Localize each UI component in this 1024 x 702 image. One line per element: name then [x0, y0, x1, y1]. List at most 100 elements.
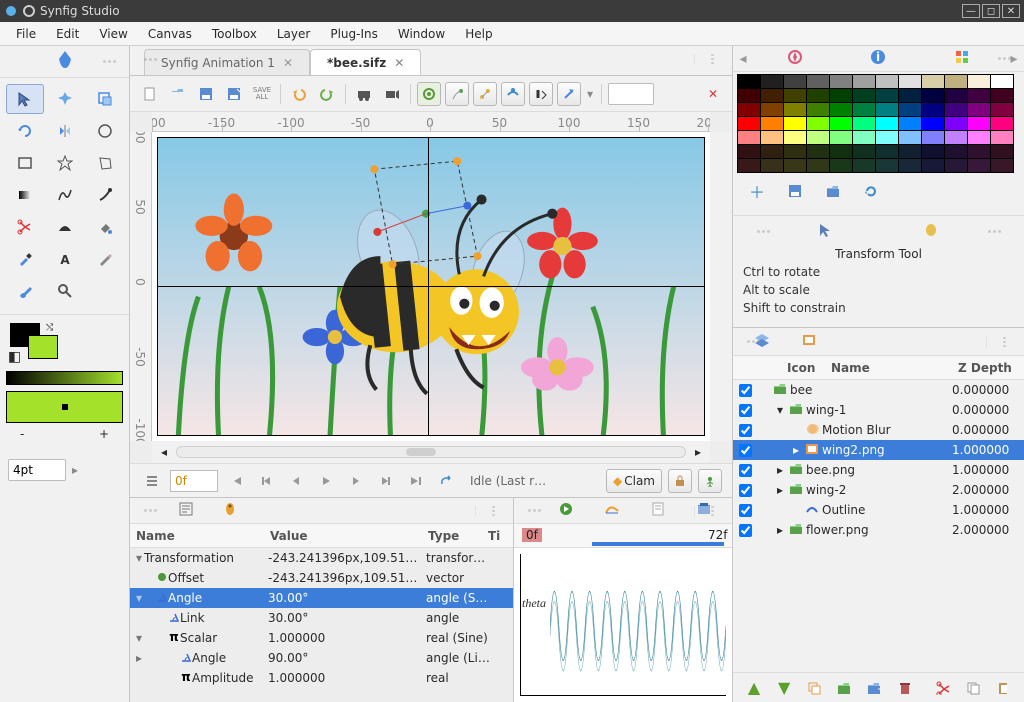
param-value[interactable]: 1.000000 [264, 671, 422, 685]
palette-cell[interactable] [738, 131, 761, 145]
palette-cell[interactable] [830, 131, 853, 145]
palette-cell[interactable] [830, 117, 853, 131]
palette-cell[interactable] [807, 75, 830, 89]
next-keyframe-button[interactable] [374, 469, 398, 493]
palette-cell[interactable] [738, 75, 761, 89]
history-tab-icon[interactable] [650, 501, 666, 520]
palette-cell[interactable] [922, 131, 945, 145]
palette-cell[interactable] [761, 159, 784, 173]
default-colors-icon[interactable]: ◧ [8, 349, 21, 365]
vertical-scrollbar[interactable] [710, 132, 732, 441]
palette-cell[interactable] [922, 89, 945, 103]
save-all-button[interactable]: SAVE ALL [250, 82, 274, 106]
copy-layer-button[interactable] [962, 676, 984, 700]
palette-cell[interactable] [922, 75, 945, 89]
menu-window[interactable]: Window [388, 23, 455, 45]
disclosure-icon[interactable]: ▸ [772, 523, 788, 537]
palette-cell[interactable] [853, 89, 876, 103]
seek-end-button[interactable] [404, 469, 428, 493]
menu-canvas[interactable]: Canvas [138, 23, 202, 45]
increase-button[interactable]: + [99, 427, 109, 441]
smooth-move-tool[interactable] [46, 84, 84, 114]
palette-cell[interactable] [899, 89, 922, 103]
palette-cell[interactable] [853, 75, 876, 89]
palette-cell[interactable] [876, 117, 899, 131]
paste-layer-button[interactable] [992, 676, 1014, 700]
timetrack-tab-icon[interactable] [558, 501, 574, 520]
palette-add-button[interactable]: ＋ [745, 179, 769, 203]
star-tool[interactable] [46, 148, 84, 178]
palette-cell[interactable] [876, 159, 899, 173]
curves-tab-icon[interactable] [604, 501, 620, 520]
new-layer-button[interactable]: + [863, 676, 885, 700]
dock-handle-icon[interactable] [132, 506, 168, 516]
canvas[interactable] [152, 132, 710, 441]
gradient-tool[interactable] [6, 180, 44, 210]
palette-cell[interactable] [945, 145, 968, 159]
palette-cell[interactable] [899, 117, 922, 131]
document-tab[interactable]: Synfig Animation 1✕ [144, 49, 310, 75]
col-name[interactable]: Name [825, 361, 952, 375]
menu-button[interactable] [140, 469, 164, 493]
mirror-tool[interactable] [46, 116, 84, 146]
scroll-left-icon[interactable]: ◂ [152, 440, 176, 464]
fill-color-swatch[interactable] [28, 335, 58, 359]
disclosure-icon[interactable]: ▸ [134, 651, 144, 665]
save-button[interactable] [194, 82, 218, 106]
palette-cell[interactable] [968, 159, 991, 173]
palette-cell[interactable] [738, 103, 761, 117]
palette-cell[interactable] [738, 159, 761, 173]
rotate-tool[interactable] [6, 116, 44, 146]
col-type[interactable]: Type [422, 529, 482, 543]
layer-visibility-checkbox[interactable] [739, 464, 752, 477]
menu-file[interactable]: File [6, 23, 46, 45]
palette-cell[interactable] [784, 145, 807, 159]
layer-row[interactable]: ▸wing2.png1.000000 [733, 440, 1024, 460]
undo-button[interactable] [287, 82, 311, 106]
prev-keyframe-button[interactable] [254, 469, 278, 493]
palette-cell[interactable] [807, 103, 830, 117]
col-zdepth[interactable]: Z Depth [952, 361, 1024, 375]
palette-cell[interactable] [945, 75, 968, 89]
layer-row[interactable]: ▸bee.png1.000000 [733, 460, 1024, 480]
dock-handle-icon[interactable] [475, 506, 511, 516]
disclosure-icon[interactable]: ▾ [134, 551, 144, 565]
close-button[interactable]: ✕ [1002, 4, 1020, 18]
palette-cell[interactable] [830, 145, 853, 159]
palette-cell[interactable] [784, 117, 807, 131]
render-button[interactable] [352, 82, 376, 106]
layer-visibility-checkbox[interactable] [739, 444, 752, 457]
dock-handle-icon[interactable] [986, 54, 1022, 64]
disclosure-icon[interactable]: ▾ [134, 591, 144, 605]
palette-cell[interactable] [784, 159, 807, 173]
palette-cell[interactable] [784, 131, 807, 145]
param-value[interactable]: 30.00° [264, 591, 422, 605]
palette-cell[interactable] [853, 145, 876, 159]
brush-tool[interactable] [6, 276, 44, 306]
layer-visibility-checkbox[interactable] [739, 404, 752, 417]
palette-cell[interactable] [991, 103, 1014, 117]
layer-visibility-checkbox[interactable] [739, 504, 752, 517]
palette-cell[interactable] [968, 75, 991, 89]
param-value[interactable]: 90.00° [264, 651, 422, 665]
params-tab-icon[interactable] [178, 501, 194, 520]
param-value[interactable]: -243.241396px,109.51838 [264, 571, 422, 585]
param-value[interactable]: 30.00° [264, 611, 422, 625]
fill-tool[interactable] [86, 212, 124, 242]
lower-layer-button[interactable]: ▼ [773, 676, 795, 700]
horizontal-scrollbar[interactable]: ◂▸ [152, 441, 710, 463]
palette-cell[interactable] [738, 145, 761, 159]
curves-view[interactable]: theta [514, 548, 732, 702]
menu-edit[interactable]: Edit [46, 23, 89, 45]
palette-cell[interactable] [991, 145, 1014, 159]
layer-visibility-checkbox[interactable] [739, 524, 752, 537]
menu-plug-ins[interactable]: Plug-Ins [320, 23, 388, 45]
layer-row[interactable]: Outline1.000000 [733, 500, 1024, 520]
palette-cell[interactable] [968, 103, 991, 117]
param-row[interactable]: ▾Angle30.00°angle (Scale [130, 588, 513, 608]
palette-save-button[interactable] [783, 179, 807, 203]
palette-cell[interactable] [853, 103, 876, 117]
dock-handle-icon[interactable] [694, 54, 730, 64]
prev-page-button[interactable]: ◂ [733, 51, 753, 67]
duplicate-layer-button[interactable] [803, 676, 825, 700]
